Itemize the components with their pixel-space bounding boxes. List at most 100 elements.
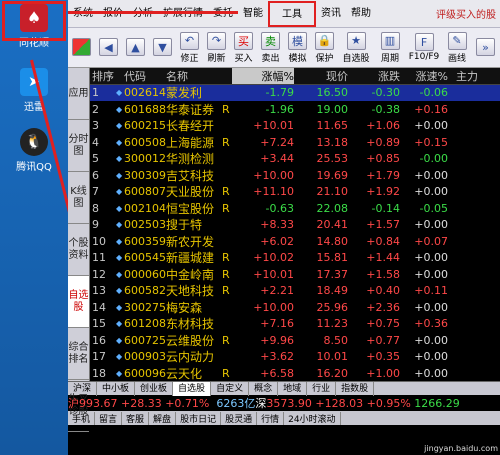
row-price: 16.20 bbox=[316, 366, 349, 380]
table-row[interactable]: 9 ◆ 002503 搜于特 +8.33 20.41 +1.57 +0.00 bbox=[90, 217, 500, 234]
market-tab[interactable]: 沪深 bbox=[68, 381, 98, 396]
buy-button[interactable]: 买买入 bbox=[230, 29, 257, 67]
table-row[interactable]: 13 ◆ 600582 天地科技 R +2.21 18.49 +0.40 +0.11 bbox=[90, 283, 500, 300]
table-row[interactable]: 15 ◆ 601208 东材科技 +7.16 11.23 +0.75 +0.36 bbox=[90, 316, 500, 333]
row-rank: 13 bbox=[92, 284, 106, 298]
f10-button[interactable]: F F10/F9 bbox=[406, 29, 442, 67]
row-change: +0.89 bbox=[366, 135, 400, 149]
market-tab[interactable]: 指数股 bbox=[336, 381, 375, 396]
row-rank: 16 bbox=[92, 333, 106, 347]
row-flag-icon: ◆ bbox=[116, 154, 123, 164]
row-rank: 15 bbox=[92, 317, 106, 331]
table-row[interactable]: 5 ◆ 300012 华测检测 +3.44 25.53 +0.85 -0.00 bbox=[90, 151, 500, 168]
row-speed: +0.15 bbox=[414, 135, 448, 149]
side-tab[interactable]: 自选股 bbox=[68, 276, 89, 328]
left-side-tabs: 应用 分时图 K线图 个股资料 自选股 综合排名 牛叉诊股 bbox=[68, 68, 90, 432]
refresh-button[interactable]: ↷ 刷新 bbox=[203, 29, 230, 67]
market-tab[interactable]: 概念 bbox=[249, 381, 279, 396]
page-up-button[interactable]: ▲ bbox=[122, 29, 149, 67]
table-row[interactable]: 6 ◆ 300309 吉艾科技 +10.00 19.69 +1.79 +0.00 bbox=[90, 167, 500, 184]
row-flag-icon: ◆ bbox=[116, 170, 123, 180]
header-speed[interactable]: 涨速% bbox=[400, 68, 448, 84]
status-item[interactable]: 留言 bbox=[95, 411, 123, 425]
market-tab[interactable]: 地域 bbox=[278, 381, 308, 396]
status-item[interactable]: 解盘 bbox=[149, 411, 177, 425]
table-row[interactable]: 12 ◆ 000060 中金岭南 R +10.01 17.37 +1.58 +0.00 bbox=[90, 266, 500, 283]
header-pct[interactable]: 涨幅% bbox=[232, 68, 294, 84]
promo-text[interactable]: 评级买入的股 bbox=[436, 6, 500, 21]
side-tab[interactable]: 个股资料 bbox=[68, 224, 89, 276]
row-name: 新疆城建 bbox=[166, 251, 215, 266]
row-pct: +10.01 bbox=[253, 119, 294, 133]
draw-line-icon: ✎ bbox=[447, 31, 467, 50]
menu-news[interactable]: 资讯 bbox=[316, 0, 346, 28]
row-speed: +0.00 bbox=[414, 168, 448, 182]
table-row[interactable]: 7 ◆ 600807 天业股份 R +11.10 21.10 +1.92 +0.00 bbox=[90, 184, 500, 201]
draw-line-button[interactable]: ✎ 画线 bbox=[442, 29, 472, 67]
row-flag-icon: ◆ bbox=[116, 319, 123, 329]
header-rank[interactable]: 排序 bbox=[90, 68, 116, 84]
status-item[interactable]: 股灵通 bbox=[221, 411, 258, 425]
side-tab[interactable]: K线图 bbox=[68, 172, 89, 224]
row-speed: +0.00 bbox=[414, 300, 448, 314]
table-row[interactable]: 1 ◆ 002614 蒙发利 -1.79 16.50 -0.30 -0.06 bbox=[90, 84, 500, 101]
menu-tools[interactable]: 工具 bbox=[268, 0, 316, 27]
more-button[interactable]: » bbox=[472, 29, 499, 67]
quote-table: 排序 代码 名称 涨幅% 现价 涨跌 涨速% 主力 1 ◆ 002614 蒙发利 -1.… bbox=[90, 68, 500, 381]
fix-button[interactable]: ↶ 修正 bbox=[176, 29, 203, 67]
page-down-button[interactable]: ▼ bbox=[149, 29, 176, 67]
row-code: 600359 bbox=[124, 234, 166, 248]
table-row[interactable]: 14 ◆ 300275 梅安森 +10.00 25.96 +2.36 +0.00 bbox=[90, 299, 500, 316]
status-item[interactable]: 客服 bbox=[122, 411, 150, 425]
status-item[interactable]: 手机 bbox=[68, 411, 96, 425]
row-pct: +6.02 bbox=[260, 234, 294, 248]
row-flag-icon: ◆ bbox=[116, 104, 123, 114]
table-row[interactable]: 2 ◆ 601688 华泰证券 R -1.96 19.00 -0.38 +0.16 bbox=[90, 101, 500, 118]
market-tab[interactable]: 自选股 bbox=[173, 381, 212, 396]
period-button[interactable]: ▥ 周期 bbox=[374, 29, 406, 67]
side-tab[interactable]: 分时图 bbox=[68, 120, 89, 172]
side-tab[interactable]: 综合排名 bbox=[68, 328, 89, 380]
watermark: jingyan.baidu.com bbox=[424, 444, 498, 453]
table-row[interactable]: 3 ◆ 600215 长春经开 +10.01 11.65 +1.06 +0.00 bbox=[90, 118, 500, 135]
row-rank: 2 bbox=[92, 102, 99, 116]
table-row[interactable]: 4 ◆ 600508 上海能源 R +7.24 13.18 +0.89 +0.15 bbox=[90, 134, 500, 151]
header-main-force[interactable]: 主力 bbox=[448, 68, 478, 84]
menu-help[interactable]: 帮助 bbox=[346, 0, 376, 28]
menu-smart[interactable]: 智能 bbox=[238, 0, 268, 28]
table-row[interactable]: 10 ◆ 600359 新农开发 +6.02 14.80 +0.84 +0.07 bbox=[90, 233, 500, 250]
row-name: 恒宝股份 bbox=[166, 201, 215, 216]
status-item[interactable]: 24小时滚动 bbox=[284, 411, 341, 425]
row-price: 19.00 bbox=[316, 102, 349, 116]
row-rank: 4 bbox=[92, 135, 99, 149]
row-pct: +10.00 bbox=[253, 300, 294, 314]
header-code[interactable]: 代码 bbox=[124, 68, 166, 84]
sell-button[interactable]: 卖卖出 bbox=[257, 29, 284, 67]
header-price[interactable]: 现价 bbox=[294, 68, 348, 84]
table-row[interactable]: 16 ◆ 600725 云维股份 R +9.96 8.50 +0.77 +0.00 bbox=[90, 332, 500, 349]
simulate-button[interactable]: 模模拟 bbox=[284, 29, 311, 67]
market-tab[interactable]: 中小板 bbox=[97, 381, 136, 396]
market-tab[interactable]: 行业 bbox=[307, 381, 337, 396]
row-speed: -0.05 bbox=[419, 201, 448, 215]
status-item[interactable]: 行情 bbox=[257, 411, 285, 425]
market-tab[interactable]: 创业板 bbox=[135, 381, 174, 396]
status-item[interactable]: 股市日记 bbox=[176, 411, 222, 425]
header-change[interactable]: 涨跌 bbox=[348, 68, 400, 84]
table-row[interactable]: 17 ◆ 000903 云内动力 +3.62 10.01 +0.35 +0.00 bbox=[90, 349, 500, 366]
row-name: 天业股份 bbox=[166, 185, 215, 200]
protect-button[interactable]: 🔒 保护 bbox=[311, 29, 338, 67]
market-tab[interactable]: 自定义 bbox=[211, 381, 250, 396]
row-name: 吉艾科技 bbox=[166, 168, 215, 183]
header-name[interactable]: 名称 bbox=[166, 68, 222, 84]
row-flag-icon: ◆ bbox=[116, 302, 123, 312]
table-row[interactable]: 11 ◆ 600545 新疆城建 R +10.02 15.81 +1.44 +0.00 bbox=[90, 250, 500, 267]
grid-icon bbox=[72, 38, 91, 56]
table-row[interactable]: 8 ◆ 002104 恒宝股份 R -0.63 22.08 -0.14 -0.05 bbox=[90, 200, 500, 217]
side-tab[interactable]: 应用 bbox=[68, 68, 89, 120]
watchlist-button[interactable]: ★ 自选股 bbox=[338, 29, 374, 67]
back-button[interactable]: ◀ bbox=[95, 29, 122, 67]
table-row[interactable]: 18 ◆ 600096 云天化 R +6.58 16.20 +1.00 +0.00 bbox=[90, 365, 500, 381]
row-change: +1.06 bbox=[366, 119, 400, 133]
grid-button[interactable] bbox=[68, 29, 95, 67]
